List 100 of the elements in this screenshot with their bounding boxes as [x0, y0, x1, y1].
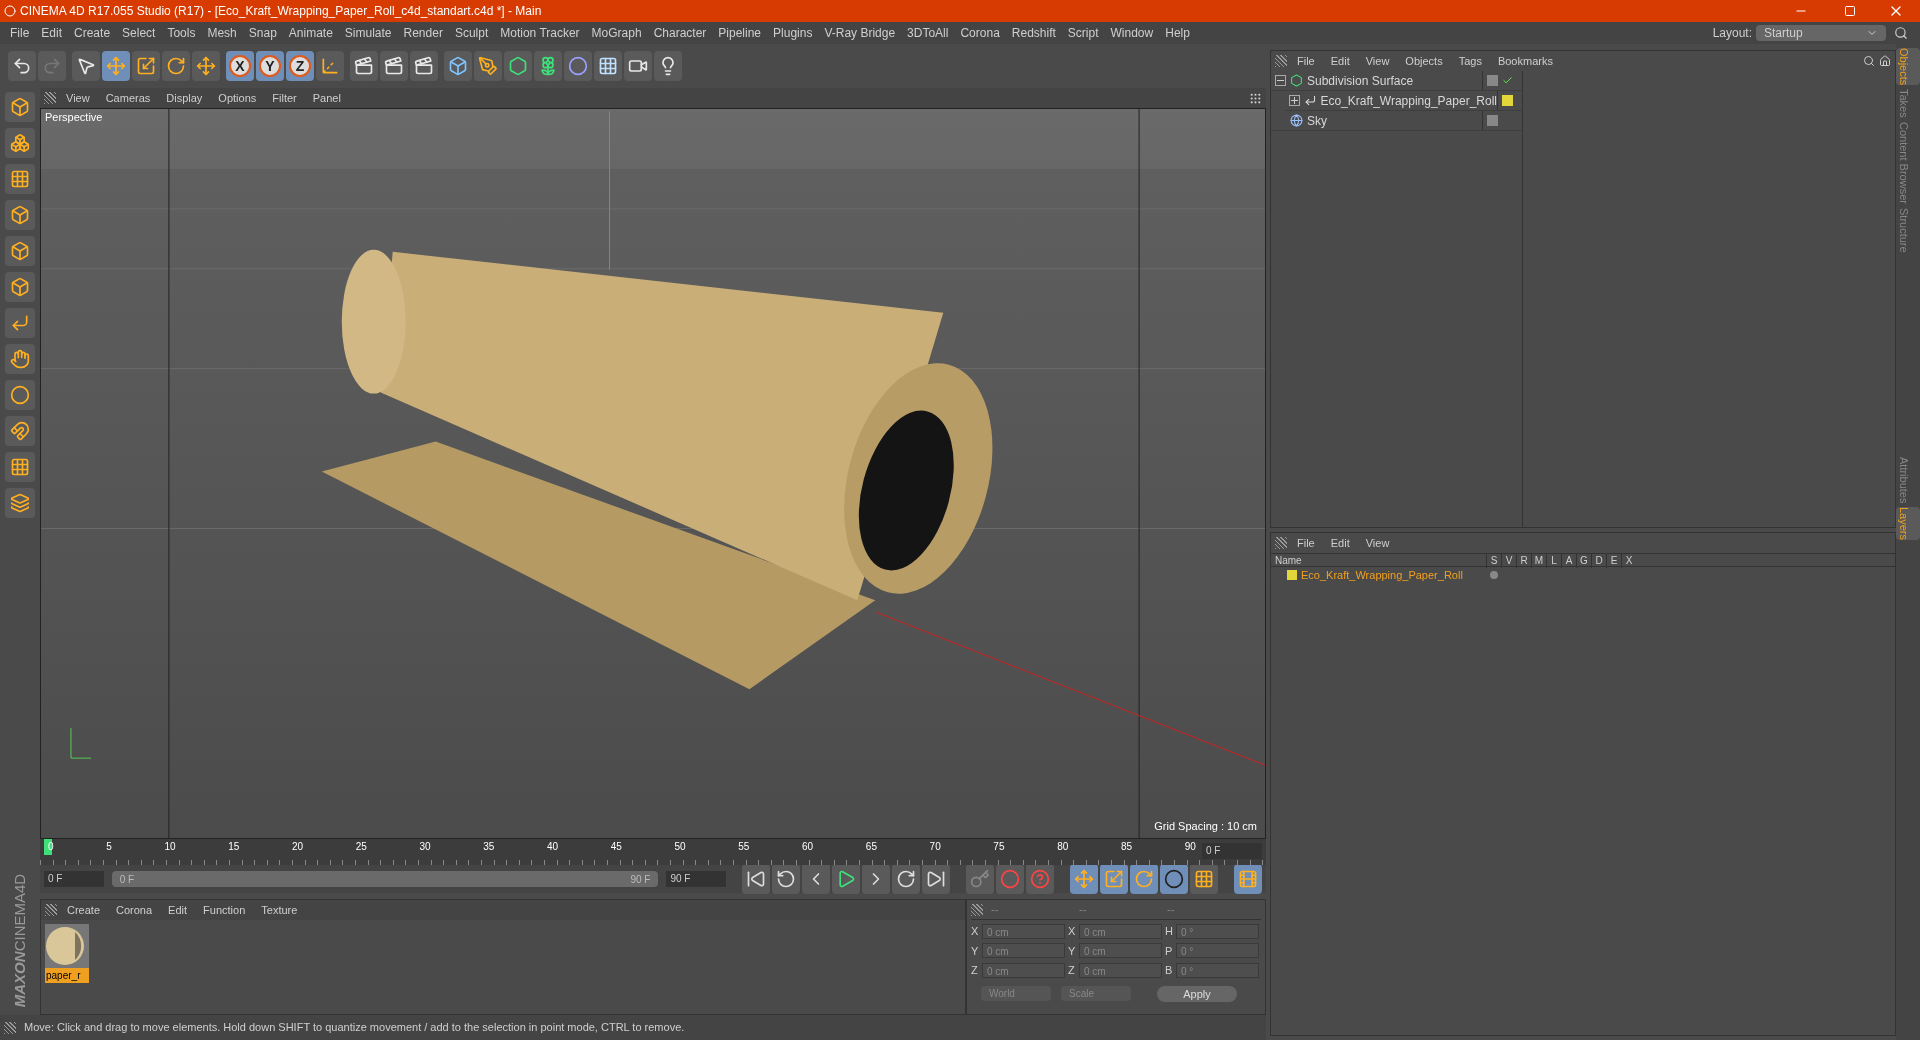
- object-menu-item[interactable]: View: [1359, 52, 1396, 70]
- previous-frame-button[interactable]: [802, 864, 831, 894]
- object-menu-item[interactable]: Bookmarks: [1491, 52, 1559, 70]
- first-frame-button[interactable]: [742, 864, 771, 894]
- cube-tool-button[interactable]: [5, 236, 35, 266]
- render-view-button[interactable]: [350, 51, 378, 81]
- viewport-menu-item[interactable]: View: [60, 89, 96, 107]
- menu-item[interactable]: Window: [1104, 24, 1160, 42]
- viewport-menu-item[interactable]: Options: [212, 89, 263, 107]
- menu-item[interactable]: Pipeline: [712, 24, 768, 42]
- viewport-menu-item[interactable]: Filter: [266, 89, 303, 107]
- menu-item[interactable]: 3DToAll: [901, 24, 955, 42]
- expand-toggle[interactable]: [1275, 75, 1286, 86]
- hand-tool-button[interactable]: [5, 344, 35, 374]
- menu-item[interactable]: Render: [397, 24, 449, 42]
- side-tab[interactable]: Layers: [1896, 506, 1920, 540]
- end-frame-field[interactable]: 90 F: [666, 871, 727, 887]
- layer-menu-item[interactable]: File: [1291, 534, 1321, 552]
- menu-item[interactable]: Edit: [35, 24, 69, 42]
- previous-key-button[interactable]: [772, 864, 801, 894]
- axis-lock-button[interactable]: X: [226, 51, 254, 81]
- menu-item[interactable]: Snap: [242, 24, 283, 42]
- subdivision-button[interactable]: [504, 51, 532, 81]
- pen-button[interactable]: [474, 51, 502, 81]
- grid-tool-button[interactable]: [5, 164, 35, 194]
- viewport-menu-item[interactable]: Panel: [306, 89, 347, 107]
- layer-menu-item[interactable]: View: [1359, 534, 1396, 552]
- material-menu-item[interactable]: Edit: [162, 901, 194, 919]
- move-axis-button[interactable]: [192, 51, 220, 81]
- start-frame-field[interactable]: 0 F: [44, 871, 104, 887]
- layer-menu-item[interactable]: Edit: [1324, 534, 1356, 552]
- material-menu-item[interactable]: Function: [197, 901, 252, 919]
- menu-item[interactable]: Sculpt: [448, 24, 495, 42]
- axis-lock-button[interactable]: Z: [286, 51, 314, 81]
- render-settings-button[interactable]: [410, 51, 438, 81]
- rotate-button[interactable]: [162, 51, 190, 81]
- view-navigation-icon[interactable]: [1249, 91, 1262, 105]
- magnet-tool-button[interactable]: [5, 416, 35, 446]
- material-menu-item[interactable]: Texture: [255, 901, 304, 919]
- menu-item[interactable]: Redshift: [1005, 24, 1062, 42]
- menu-item[interactable]: Animate: [282, 24, 339, 42]
- record-button[interactable]: [996, 864, 1025, 894]
- material-menu-item[interactable]: Corona: [110, 901, 159, 919]
- circle-s-tool-button[interactable]: [5, 380, 35, 410]
- scale-button[interactable]: [132, 51, 160, 81]
- object-menu-item[interactable]: Edit: [1324, 52, 1356, 70]
- object-name[interactable]: Sky: [1307, 111, 1327, 130]
- menu-item[interactable]: Tools: [161, 24, 202, 42]
- cube-tool-button[interactable]: [5, 92, 35, 122]
- render-picture-button[interactable]: [380, 51, 408, 81]
- object-name[interactable]: Eco_Kraft_Wrapping_Paper_Roll: [1320, 91, 1497, 110]
- select-button[interactable]: [72, 51, 100, 81]
- light-button[interactable]: [654, 51, 682, 81]
- key-move-button[interactable]: [1070, 864, 1099, 894]
- menu-item[interactable]: Mesh: [201, 24, 243, 42]
- layout-dropdown[interactable]: Startup: [1756, 25, 1886, 41]
- play-button[interactable]: [832, 864, 861, 894]
- home-icon[interactable]: [1879, 55, 1891, 67]
- undo-button[interactable]: [8, 51, 36, 81]
- material-name[interactable]: paper_r: [45, 968, 89, 983]
- menu-item[interactable]: MoGraph: [585, 24, 648, 42]
- menu-item[interactable]: Create: [68, 24, 117, 42]
- menu-item[interactable]: Corona: [954, 24, 1006, 42]
- side-tab[interactable]: Objects: [1896, 48, 1920, 86]
- viewport-menu-item[interactable]: Display: [160, 89, 209, 107]
- viewport-menu-item[interactable]: Cameras: [99, 89, 157, 107]
- camera-button[interactable]: [624, 51, 652, 81]
- next-frame-button[interactable]: [862, 864, 891, 894]
- expand-toggle[interactable]: [1289, 95, 1300, 106]
- object-menu-item[interactable]: Objects: [1399, 52, 1449, 70]
- search-icon[interactable]: [1894, 26, 1908, 40]
- current-frame-field[interactable]: 0 F: [1202, 843, 1262, 859]
- key-points-button[interactable]: [1190, 864, 1219, 894]
- axis-lock-button[interactable]: Y: [256, 51, 284, 81]
- menu-item[interactable]: Select: [116, 24, 162, 42]
- key-scale-button[interactable]: [1100, 864, 1129, 894]
- layers-tool-button[interactable]: [5, 488, 35, 518]
- menu-item[interactable]: V-Ray Bridge: [818, 24, 902, 42]
- timeline-button[interactable]: [1234, 864, 1262, 894]
- menu-item[interactable]: Character: [647, 24, 713, 42]
- restore-icon[interactable]: [1844, 5, 1856, 17]
- layer-name[interactable]: Eco_Kraft_Wrapping_Paper_Roll: [1301, 566, 1463, 584]
- menu-item[interactable]: Plugins: [767, 24, 819, 42]
- menu-item[interactable]: Simulate: [338, 24, 398, 42]
- floor-button[interactable]: [594, 51, 622, 81]
- apply-button[interactable]: Apply: [1157, 985, 1237, 1002]
- cube-tool-button[interactable]: [5, 200, 35, 230]
- menu-item[interactable]: File: [4, 24, 36, 42]
- cube-tool-button[interactable]: [5, 272, 35, 302]
- object-menu-item[interactable]: Tags: [1452, 52, 1488, 70]
- coordinate-system-button[interactable]: [316, 51, 344, 81]
- material-menu-item[interactable]: Create: [61, 901, 107, 919]
- object-menu-item[interactable]: File: [1291, 52, 1321, 70]
- object-name[interactable]: Subdivision Surface: [1307, 71, 1414, 90]
- cube-button[interactable]: [444, 51, 472, 81]
- menu-item[interactable]: Motion Tracker: [494, 24, 586, 42]
- layer-switch-icon[interactable]: [1490, 571, 1498, 579]
- last-frame-button[interactable]: [922, 864, 951, 894]
- menu-item[interactable]: Script: [1061, 24, 1105, 42]
- next-key-button[interactable]: [892, 864, 921, 894]
